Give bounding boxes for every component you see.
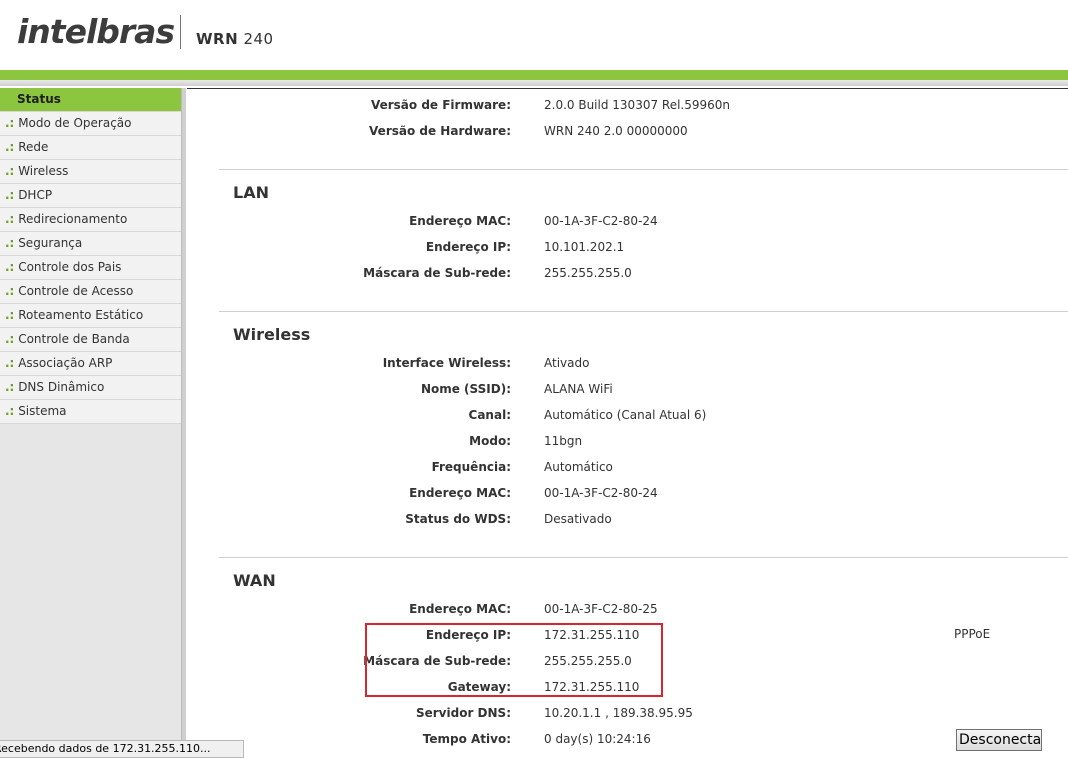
lan-mac-row: Endereço MAC: 00-1A-3F-C2-80-24 [409,214,658,228]
bullet-icon: .: [5,308,15,322]
sidebar-item-wireless[interactable]: .: Wireless [0,160,181,184]
hardware-row: Versão de Hardware: WRN 240 2.0 00000000 [187,121,1068,141]
sidebar-item-dns-dinamico[interactable]: .: DNS Dinâmico [0,376,181,400]
bullet-icon: .: [5,356,15,370]
bullet-icon: .: [5,380,15,394]
bullet-icon: .: [5,116,15,130]
bullet-icon: .: [5,164,15,178]
bullet-icon: .: [5,260,15,274]
bullet-icon: .: [5,284,15,298]
section-divider [219,557,1068,558]
sidebar-item-sistema[interactable]: .: Sistema [0,400,181,424]
sidebar-separator [181,88,186,756]
logo-divider [180,15,181,49]
wan-title: WAN [233,571,276,590]
sidebar-item-controle-banda[interactable]: .: Controle de Banda [0,328,181,352]
lan-ip-row: Endereço IP: 10.101.202.1 [425,240,625,254]
browser-status-bar: Recebendo dados de 172.31.255.110... [0,740,244,758]
disconnect-button[interactable]: Desconectar [956,729,1042,751]
highlight-box [365,623,663,697]
model-name: WRN 240 [196,30,274,48]
lan-title: LAN [233,183,269,202]
firmware-value: 2.0.0 Build 130307 Rel.59960n [544,98,731,112]
bullet-icon: .: [5,140,15,154]
wireless-title: Wireless [233,325,311,344]
hardware-value: WRN 240 2.0 00000000 [544,124,688,138]
sidebar-item-seguranca[interactable]: .: Segurança [0,232,181,256]
wireless-ssid-row: Nome (SSID): ALANA WiFi [420,382,613,396]
wireless-mac-row: Endereço MAC: 00-1A-3F-C2-80-24 [409,486,658,500]
sidebar-item-redirecionamento[interactable]: .: Redirecionamento [0,208,181,232]
sidebar-item-dhcp[interactable]: .: DHCP [0,184,181,208]
wireless-channel-row: Canal: Automático (Canal Atual 6) [468,408,707,422]
bullet-icon: .: [5,212,15,226]
sidebar-item-controle-acesso[interactable]: .: Controle de Acesso [0,280,181,304]
wan-connection-type: PPPoE [954,627,991,641]
sidebar-item-rede[interactable]: .: Rede [0,136,181,160]
wan-mac-row: Endereço MAC: 00-1A-3F-C2-80-25 [409,602,658,616]
status-content: Versão de Firmware: 2.0.0 Build 130307 R… [187,88,1068,757]
sidebar-item-associacao-arp[interactable]: .: Associação ARP [0,352,181,376]
wireless-wds-row: Status do WDS: Desativado [405,512,612,526]
intelbras-logo: intelbras [17,12,175,51]
bullet-icon: .: [5,404,15,418]
wan-uptime-row: Tempo Ativo: 0 day(s) 10:24:16 [422,732,651,746]
header-gray-bar [0,80,1068,86]
wan-dns-row: Servidor DNS: 10.20.1.1 , 189.38.95.95 [415,706,693,720]
sidebar-item-status[interactable]: Status [0,88,181,112]
sidebar-menu: Status .: Modo de Operação .: Rede .: Wi… [0,88,181,756]
header-green-bar [0,70,1068,80]
wireless-interface-row: Interface Wireless: Ativado [382,356,590,370]
sidebar-item-controle-pais[interactable]: .: Controle dos Pais [0,256,181,280]
sidebar-item-modo-operacao[interactable]: .: Modo de Operação [0,112,181,136]
bullet-icon: .: [5,332,15,346]
lan-mask-row: Máscara de Sub-rede: 255.255.255.0 [363,266,632,280]
section-divider [219,169,1068,170]
page-header: intelbras WRN 240 [0,0,1068,74]
wireless-mode-row: Modo: 11bgn [469,434,583,448]
firmware-row: Versão de Firmware: 2.0.0 Build 130307 R… [187,95,1068,115]
section-divider [219,311,1068,312]
wireless-frequency-row: Frequência: Automático [431,460,613,474]
bullet-icon: .: [5,236,15,250]
bullet-icon: .: [5,188,15,202]
sidebar-item-roteamento-estatico[interactable]: .: Roteamento Estático [0,304,181,328]
